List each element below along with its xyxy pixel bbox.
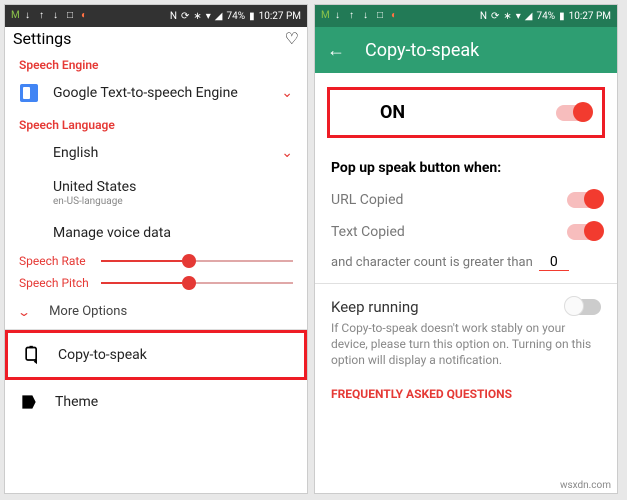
speech-pitch-label: Speech Pitch [19,276,93,290]
app-icon: □ [377,11,387,21]
upload-icon: ↑ [39,11,49,21]
m-icon: M [321,11,331,21]
speech-rate-label: Speech Rate [19,254,93,268]
tts-engine-row[interactable]: Google Text-to-speech Engine ⌄ [5,76,307,110]
faq-link[interactable]: FREQUENTLY ASKED QUESTIONS [315,379,617,409]
region-sub: en-US-language [53,196,293,207]
keep-running-row[interactable]: Keep running [315,284,617,316]
m-icon: M [11,11,21,21]
on-toggle[interactable] [556,105,590,121]
download-icon: ↓ [25,11,35,21]
google-icon [17,81,41,105]
bluetooth-icon: ∗ [503,11,511,22]
clock-text: 10:27 PM [569,11,611,22]
region-row[interactable]: United States en-US-language [5,170,307,216]
popup-header: Pop up speak button when: [315,152,617,184]
flame-icon: ◐ [81,11,91,21]
on-toggle-block: ON [327,87,605,138]
wifi-icon: ▾ [516,11,521,22]
char-count-input[interactable] [539,254,569,271]
status-right: N ⟳ ∗ ▾ ◢ 74% ▮ 10:27 PM [170,11,301,22]
language-label: English [53,145,98,161]
keep-running-toggle[interactable] [567,299,601,315]
signal-icon: ◢ [215,11,223,22]
app-icon: □ [67,11,77,21]
watermark: wsxdn.com [560,480,611,491]
signal-icon: ◢ [525,11,533,22]
theme-label: Theme [55,394,98,410]
battery-text: 74% [226,11,245,22]
nfc-icon: N [480,11,487,22]
speech-pitch-row: Speech Pitch [5,272,307,294]
status-bar: M ↓ ↑ ↓ □ ◐ N ⟳ ∗ ▾ ◢ 74% ▮ 10:27 PM [315,5,617,27]
keep-running-label: Keep running [331,298,419,316]
tts-engine-label: Google Text-to-speech Engine [53,85,238,101]
bluetooth-icon: ∗ [193,11,201,22]
speech-pitch-slider[interactable] [101,282,293,284]
text-copied-row[interactable]: Text Copied [315,216,617,248]
speech-engine-header: Speech Engine [5,50,307,76]
page-title: Settings [13,29,71,48]
chevron-down-icon: ⌄ [281,145,293,161]
theme-icon [19,392,39,412]
manage-voice-label: Manage voice data [53,225,171,241]
battery-icon: ▮ [559,11,565,22]
sync-icon: ⟳ [491,11,499,22]
on-label: ON [380,102,405,123]
wifi-icon: ▾ [206,11,211,22]
clipboard-speak-icon [22,345,42,365]
text-copied-label: Text Copied [331,224,405,240]
app-bar: ← Copy-to-speak [315,27,617,73]
status-right: N ⟳ ∗ ▾ ◢ 74% ▮ 10:27 PM [480,11,611,22]
settings-screen: M ↓ ↑ ↓ □ ◐ N ⟳ ∗ ▾ ◢ 74% ▮ 10:27 PM Set… [4,4,308,494]
copy-to-speak-screen: M ↓ ↑ ↓ □ ◐ N ⟳ ∗ ▾ ◢ 74% ▮ 10:27 PM ← C… [314,4,618,494]
battery-text: 74% [536,11,555,22]
char-count-row: and character count is greater than [315,248,617,283]
char-count-label: and character count is greater than [331,255,533,270]
url-copied-row[interactable]: URL Copied [315,184,617,216]
more-options-row[interactable]: ⌄ More Options [5,294,307,329]
keep-running-desc: If Copy-to-speak doesn't work stably on … [315,316,617,379]
url-copied-label: URL Copied [331,192,403,208]
upload-icon: ↑ [349,11,359,21]
theme-row[interactable]: Theme [5,380,307,424]
download2-icon: ↓ [53,11,63,21]
speech-rate-row: Speech Rate [5,250,307,272]
status-bar: M ↓ ↑ ↓ □ ◐ N ⟳ ∗ ▾ ◢ 74% ▮ 10:27 PM [5,5,307,27]
status-left-icons: M ↓ ↑ ↓ □ ◐ [11,11,91,21]
speech-rate-slider[interactable] [101,260,293,262]
battery-icon: ▮ [249,11,255,22]
url-copied-toggle[interactable] [567,192,601,208]
copy-to-speak-row[interactable]: Copy-to-speak [5,330,307,380]
favorite-icon[interactable]: ♡ [285,29,299,48]
sync-icon: ⟳ [181,11,189,22]
region-label: United States [53,179,136,195]
chevron-down-icon: ⌄ [281,85,293,101]
flame-icon: ◐ [391,11,401,21]
back-icon[interactable]: ← [327,40,345,61]
copy-to-speak-label: Copy-to-speak [58,347,147,363]
status-left-icons: M ↓ ↑ ↓ □ ◐ [321,11,401,21]
text-copied-toggle[interactable] [567,224,601,240]
download-icon: ↓ [335,11,345,21]
manage-voice-row[interactable]: Manage voice data [5,216,307,250]
appbar-title: Copy-to-speak [365,40,479,61]
nfc-icon: N [170,11,177,22]
language-row[interactable]: English ⌄ [5,136,307,170]
clock-text: 10:27 PM [259,11,301,22]
download2-icon: ↓ [363,11,373,21]
speech-language-header: Speech Language [5,110,307,136]
more-options-label: More Options [49,304,127,319]
chevron-down-icon: ⌄ [17,305,31,319]
